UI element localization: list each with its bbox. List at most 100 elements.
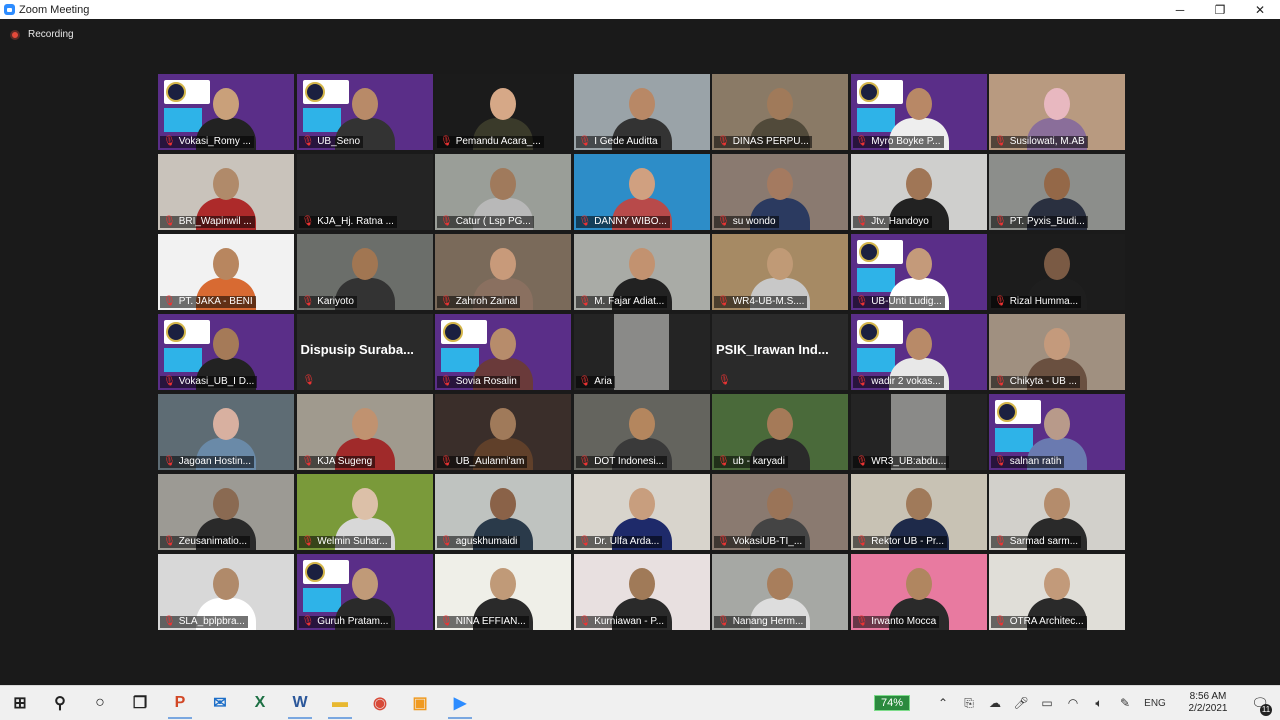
muted-mic-icon: 🎙︎ (163, 216, 176, 227)
minimize-button[interactable]: ─ (1160, 0, 1200, 19)
windows-start-icon[interactable]: ⊞ (0, 686, 40, 720)
participant-name: KJA_Hj. Ratna ... (317, 216, 394, 227)
participant-tile[interactable]: 🎙︎ M. Fajar Adiat... (573, 234, 710, 310)
app-orange-icon-glyph: ▣ (412, 695, 428, 712)
cortana-icon[interactable]: ○ (80, 686, 120, 720)
participant-name-bar: 🎙︎ Zeusanimatio... (160, 536, 251, 548)
participant-tile[interactable]: 🎙︎ Guruh Pratam... (296, 554, 433, 630)
microphone-icon[interactable]: 🎤︎ (1008, 696, 1034, 710)
participant-tile[interactable]: 🎙︎ KJA Sugeng (296, 394, 433, 470)
word-icon[interactable]: W (280, 686, 320, 720)
participant-tile[interactable]: 🎙︎ wadir 2 vokas... (850, 314, 987, 390)
muted-mic-icon: 🎙︎ (163, 136, 176, 147)
close-button[interactable]: ✕ (1240, 0, 1280, 19)
wifi-icon[interactable]: ◠ (1060, 696, 1086, 710)
participant-tile[interactable]: 🎙︎ WR3_UB:abdu... (850, 394, 987, 470)
participant-name-bar: 🎙︎ DINAS PERPU... (714, 136, 812, 148)
task-view-icon[interactable]: ❐ (120, 686, 160, 720)
participant-tile[interactable]: PSIK_Irawan Ind... 🎙︎ (712, 314, 848, 390)
powerpoint-icon[interactable]: P (160, 686, 200, 720)
participant-tile[interactable]: 🎙︎ Myro Boyke P... (850, 74, 987, 150)
participant-tile[interactable]: 🎙︎ Welmin Suhar... (296, 474, 433, 550)
participant-tile[interactable]: 🎙︎ UB_Aulanni'am (435, 394, 571, 470)
participant-name: Irwanto Mocca (871, 616, 937, 627)
maximize-button[interactable]: ❐ (1200, 0, 1240, 19)
battery-icon[interactable]: ▭ (1034, 696, 1060, 710)
participant-tile[interactable]: 🎙︎ Aria (573, 314, 710, 390)
participant-tile[interactable]: Dispusip Suraba... 🎙︎ (296, 314, 433, 390)
participant-tile[interactable]: 🎙︎ Rektor UB - Pr... (850, 474, 987, 550)
participant-tile[interactable]: 🎙︎ Jagoan Hostin... (158, 394, 294, 470)
participant-name: I Gede Auditta (594, 136, 658, 147)
participant-tile[interactable]: 🎙︎ Kurniawan - P... (573, 554, 710, 630)
chevron-up-icon[interactable]: ⌃ (930, 696, 956, 710)
cloud-icon[interactable]: ☁ (982, 696, 1008, 710)
zoom-icon[interactable]: ▶ (440, 686, 480, 720)
participant-tile[interactable]: 🎙︎ VokasiUB-TI_... (712, 474, 848, 550)
participant-name-bar: 🎙︎ UB_Seno (298, 136, 364, 148)
participant-tile[interactable]: 🎙︎ Jtv. Handoyo (850, 154, 987, 230)
participant-tile[interactable]: 🎙︎ SLA_bplpbra... (158, 554, 294, 630)
person-head (628, 168, 655, 200)
participant-tile[interactable]: 🎙︎ KJA_Hj. Ratna ... (296, 154, 433, 230)
participant-tile[interactable]: 🎙︎ Zahroh Zainal (435, 234, 571, 310)
participant-tile[interactable]: 🎙︎ Kariyoto (296, 234, 433, 310)
file-explorer-icon[interactable]: ▬ (320, 686, 360, 720)
person-head (213, 568, 239, 600)
muted-mic-icon: 🎙︎ (994, 296, 1007, 307)
usb-icon[interactable]: ⎘ (956, 696, 982, 711)
participant-tile[interactable]: 🎙︎ Vokasi_Romy ... (158, 74, 294, 150)
participant-tile[interactable]: 🎙︎ WR4-UB-M.S.... (712, 234, 848, 310)
participant-tile[interactable]: 🎙︎ I Gede Auditta (573, 74, 710, 150)
participant-tile[interactable]: 🎙︎ DOT Indonesi... (573, 394, 710, 470)
mail-icon[interactable]: ✉ (200, 686, 240, 720)
muted-mic-icon: 🎙︎ (163, 456, 176, 467)
participant-tile[interactable]: 🎙︎ Vokasi_UB_I D... (158, 314, 294, 390)
language-indicator[interactable]: ENG (1138, 698, 1172, 709)
participant-tile[interactable]: 🎙︎ UB_Seno (296, 74, 433, 150)
clock[interactable]: 8:56 AM 2/2/2021 (1176, 691, 1240, 715)
recording-indicator[interactable]: Recording (10, 29, 74, 40)
participant-tile[interactable]: 🎙︎ Pemandu Acara_... (435, 74, 571, 150)
participant-tile[interactable]: 🎙︎ BRI_Wapinwil ... (158, 154, 294, 230)
excel-icon[interactable]: X (240, 686, 280, 720)
taskbar-apps: ⊞ ⚲ ○ ❐ P ✉ X W ▬ ◉ ▣ ▶ (0, 686, 480, 720)
participant-tile[interactable]: 🎙︎ Sarmad sarm... (989, 474, 1125, 550)
participant-tile[interactable]: 🎙︎ NINA EFFIAN... (435, 554, 571, 630)
participant-tile[interactable]: 🎙︎ OTRA Architec... (989, 554, 1125, 630)
participant-name-large: Dispusip Suraba... (300, 342, 414, 357)
muted-mic-icon: 🎙︎ (855, 296, 869, 307)
participant-tile[interactable]: 🎙︎ Dr. Ulfa Arda... (573, 474, 710, 550)
participant-tile[interactable]: 🎙︎ Chikyta - UB ... (989, 314, 1125, 390)
participant-tile[interactable]: 🎙︎ Susilowati, M.AB (989, 74, 1125, 150)
notification-center-button[interactable]: 🗨︎ 11 (1240, 695, 1280, 716)
search-icon[interactable]: ⚲ (40, 686, 80, 720)
pen-icon[interactable]: ✎ (1112, 696, 1138, 710)
participant-tile[interactable]: 🎙︎ su wondo (712, 154, 848, 230)
battery-indicator[interactable]: 74% (873, 695, 910, 711)
muted-mic-icon: 🎙︎ (440, 136, 453, 147)
participant-tile[interactable]: 🎙︎ PT. Pyxis_Budi... (989, 154, 1125, 230)
participant-tile[interactable]: 🎙︎ aguskhumaidi (435, 474, 571, 550)
participant-tile[interactable]: 🎙︎ Nanang Herm... (712, 554, 848, 630)
participant-name-bar: 🎙︎ Aria (575, 376, 615, 388)
app-orange-icon[interactable]: ▣ (400, 686, 440, 720)
participant-tile[interactable]: 🎙︎ Sovia Rosalin (435, 314, 571, 390)
participant-tile[interactable]: 🎙︎ Catur ( Lsp PG... (435, 154, 571, 230)
participant-tile[interactable]: 🎙︎ Irwanto Mocca (850, 554, 987, 630)
participant-tile[interactable]: 🎙︎ DANNY WIBO... (573, 154, 710, 230)
participant-tile[interactable]: 🎙︎ ub - karyadi (712, 394, 848, 470)
chrome-icon[interactable]: ◉ (360, 686, 400, 720)
participant-name-bar: 🎙︎ BRI_Wapinwil ... (160, 216, 255, 228)
participant-tile[interactable]: 🎙︎ Rizal Humma... (989, 234, 1125, 310)
participant-tile[interactable]: 🎙︎ salnan ratih (989, 394, 1125, 470)
person-head (490, 88, 516, 120)
participant-tile[interactable]: 🎙︎ Zeusanimatio... (158, 474, 294, 550)
title-bar: Zoom Meeting ─ ❐ ✕ (0, 0, 1280, 19)
participant-tile[interactable]: 🎙︎ DINAS PERPU... (712, 74, 848, 150)
volume-icon[interactable]: 🔈︎ (1086, 696, 1112, 711)
participant-tile[interactable]: 🎙︎ UB-Unti Ludig... (850, 234, 987, 310)
word-icon-glyph: W (292, 694, 308, 711)
person-head (351, 568, 378, 600)
participant-tile[interactable]: 🎙︎ PT. JAKA - BENI (158, 234, 294, 310)
